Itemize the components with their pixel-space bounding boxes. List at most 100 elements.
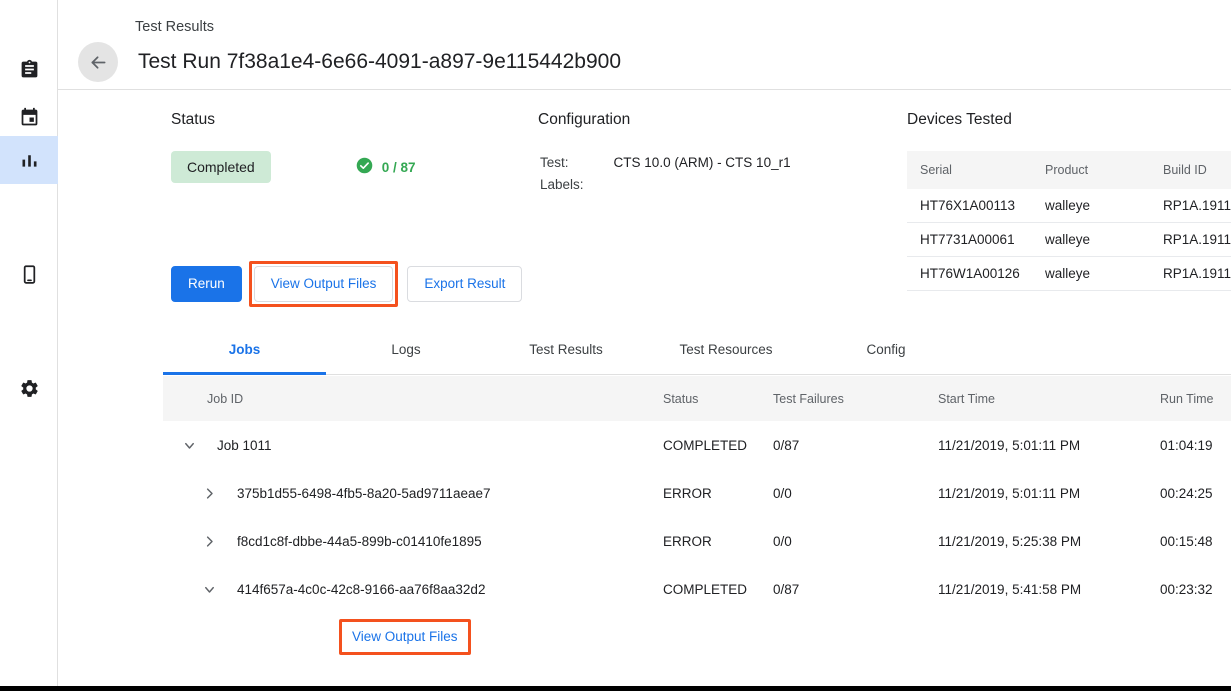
job-id-label: 375b1d55-6498-4fb5-8a20-5ad9711aeae7 bbox=[237, 486, 490, 501]
job-id-cell: f8cd1c8f-dbbe-44a5-899b-c01410fe1895 bbox=[163, 517, 663, 565]
configuration-table: Test: CTS 10.0 (ARM) - CTS 10_r1 Labels: bbox=[538, 151, 793, 197]
config-key: Labels: bbox=[540, 175, 612, 195]
page-title: Test Run 7f38a1e4-6e66-4091-a897-9e11544… bbox=[138, 48, 621, 76]
job-status: ERROR bbox=[663, 517, 773, 565]
job-start-time: 11/21/2019, 5:41:58 PM bbox=[938, 565, 1160, 613]
status-column: Status Completed 0 / 87 bbox=[171, 110, 521, 183]
device-product: walleye bbox=[1045, 257, 1163, 291]
status-heading: Status bbox=[171, 110, 521, 130]
job-start-time: 11/21/2019, 5:25:38 PM bbox=[938, 517, 1160, 565]
devices-column: Devices Tested Serial Product Build ID H… bbox=[907, 110, 1231, 291]
chevron-right-icon[interactable] bbox=[197, 529, 221, 553]
job-failures: 0/0 bbox=[773, 469, 938, 517]
tab-config[interactable]: Config bbox=[806, 329, 966, 375]
jobs-table-container: Job ID Status Test Failures Start Time R… bbox=[163, 376, 1231, 686]
job-output-cell: View Output Files bbox=[163, 613, 1231, 661]
phone-icon bbox=[19, 264, 40, 285]
job-id-cell: Job 1011 bbox=[163, 421, 663, 469]
table-row[interactable]: 375b1d55-6498-4fb5-8a20-5ad9711aeae7 ERR… bbox=[163, 469, 1231, 517]
action-buttons: Rerun View Output Files Export Result bbox=[171, 261, 522, 307]
status-line: Completed 0 / 87 bbox=[171, 151, 521, 183]
jobs-col-start-time: Start Time bbox=[938, 376, 1160, 421]
jobs-col-test-failures: Test Failures bbox=[773, 376, 938, 421]
device-serial: HT7731A00061 bbox=[907, 223, 1045, 257]
job-run-time: 00:24:25 bbox=[1160, 469, 1231, 517]
job-output-row: View Output Files bbox=[163, 613, 1231, 661]
tab-test-results[interactable]: Test Results bbox=[486, 329, 646, 375]
jobs-col-job-id: Job ID bbox=[163, 376, 663, 421]
table-row: HT7731A00061 walleye RP1A.191121.001 bbox=[907, 223, 1231, 257]
sidebar-item-devices[interactable] bbox=[0, 250, 58, 298]
export-result-button[interactable]: Export Result bbox=[407, 266, 522, 302]
arrow-left-icon bbox=[88, 52, 109, 73]
device-product: walleye bbox=[1045, 223, 1163, 257]
job-failures: 0/87 bbox=[773, 565, 938, 613]
job-run-time: 01:04:19 bbox=[1160, 421, 1231, 469]
job-status: COMPLETED bbox=[663, 565, 773, 613]
job-start-time: 11/21/2019, 5:01:11 PM bbox=[938, 469, 1160, 517]
breadcrumb: Test Results bbox=[78, 10, 1231, 37]
device-build: RP1A.191121.001 bbox=[1163, 189, 1231, 223]
device-build: RP1A.191121.001 bbox=[1163, 257, 1231, 291]
back-button[interactable] bbox=[78, 42, 118, 82]
tab-logs[interactable]: Logs bbox=[326, 329, 486, 375]
devices-col-build: Build ID bbox=[1163, 151, 1231, 189]
config-key: Test: bbox=[540, 153, 612, 173]
sidebar-item-test-results[interactable] bbox=[0, 136, 58, 184]
job-view-output-files-link[interactable]: View Output Files bbox=[352, 628, 458, 646]
failure-count-label: 0 / 87 bbox=[382, 160, 416, 175]
job-run-time: 00:15:48 bbox=[1160, 517, 1231, 565]
devices-col-serial: Serial bbox=[907, 151, 1045, 189]
status-badge: Completed bbox=[171, 151, 271, 183]
main-content: Test Results Test Run 7f38a1e4-6e66-4091… bbox=[58, 0, 1231, 691]
rerun-button[interactable]: Rerun bbox=[171, 266, 242, 302]
jobs-table: Job ID Status Test Failures Start Time R… bbox=[163, 376, 1231, 661]
view-output-files-highlight: View Output Files bbox=[249, 261, 399, 307]
job-id-label: f8cd1c8f-dbbe-44a5-899b-c01410fe1895 bbox=[237, 534, 482, 549]
summary-section: Status Completed 0 / 87 bbox=[58, 90, 1231, 290]
device-build: RP1A.191121.001 bbox=[1163, 223, 1231, 257]
config-row: Labels: bbox=[540, 175, 791, 195]
device-product: walleye bbox=[1045, 189, 1163, 223]
table-row: HT76X1A00113 walleye RP1A.191121.001 bbox=[907, 189, 1231, 223]
failure-count: 0 / 87 bbox=[356, 157, 416, 177]
bottom-bar bbox=[0, 686, 1231, 691]
table-row: HT76W1A00126 walleye RP1A.191121.001 bbox=[907, 257, 1231, 291]
calendar-icon bbox=[19, 107, 40, 128]
table-row[interactable]: 414f657a-4c0c-42c8-9166-aa76f8aa32d2 COM… bbox=[163, 565, 1231, 613]
chevron-down-icon[interactable] bbox=[177, 433, 201, 457]
tab-test-resources[interactable]: Test Resources bbox=[646, 329, 806, 375]
chevron-down-icon[interactable] bbox=[197, 577, 221, 601]
config-value bbox=[614, 175, 791, 195]
sidebar-item-test-suites[interactable] bbox=[0, 45, 58, 93]
jobs-col-status: Status bbox=[663, 376, 773, 421]
page-header: Test Results Test Run 7f38a1e4-6e66-4091… bbox=[58, 0, 1231, 90]
job-failures: 0/0 bbox=[773, 517, 938, 565]
chevron-right-icon[interactable] bbox=[197, 481, 221, 505]
config-row: Test: CTS 10.0 (ARM) - CTS 10_r1 bbox=[540, 153, 791, 173]
device-serial: HT76X1A00113 bbox=[907, 189, 1045, 223]
bar-chart-icon bbox=[19, 150, 40, 171]
title-row: Test Run 7f38a1e4-6e66-4091-a897-9e11544… bbox=[78, 42, 1231, 82]
job-view-output-files-highlight: View Output Files bbox=[339, 619, 471, 655]
view-output-files-button[interactable]: View Output Files bbox=[254, 266, 394, 302]
check-circle-icon bbox=[356, 157, 373, 177]
configuration-column: Configuration Test: CTS 10.0 (ARM) - CTS… bbox=[538, 110, 888, 197]
jobs-col-run-time: Run Time bbox=[1160, 376, 1231, 421]
tab-bar: Jobs Logs Test Results Test Resources Co… bbox=[163, 329, 1231, 375]
devices-col-product: Product bbox=[1045, 151, 1163, 189]
tab-jobs[interactable]: Jobs bbox=[163, 329, 326, 375]
job-start-time: 11/21/2019, 5:01:11 PM bbox=[938, 421, 1160, 469]
sidebar-item-test-schedules[interactable] bbox=[0, 93, 58, 141]
table-row[interactable]: f8cd1c8f-dbbe-44a5-899b-c01410fe1895 ERR… bbox=[163, 517, 1231, 565]
sidebar-item-settings[interactable] bbox=[0, 364, 58, 412]
job-status: COMPLETED bbox=[663, 421, 773, 469]
table-row[interactable]: Job 1011 COMPLETED 0/87 11/21/2019, 5:01… bbox=[163, 421, 1231, 469]
gear-icon bbox=[19, 378, 40, 399]
sidebar bbox=[0, 0, 58, 691]
job-failures: 0/87 bbox=[773, 421, 938, 469]
devices-table: Serial Product Build ID HT76X1A00113 wal… bbox=[907, 151, 1231, 291]
jobs-header-row: Job ID Status Test Failures Start Time R… bbox=[163, 376, 1231, 421]
devices-header-row: Serial Product Build ID bbox=[907, 151, 1231, 189]
job-run-time: 00:23:32 bbox=[1160, 565, 1231, 613]
